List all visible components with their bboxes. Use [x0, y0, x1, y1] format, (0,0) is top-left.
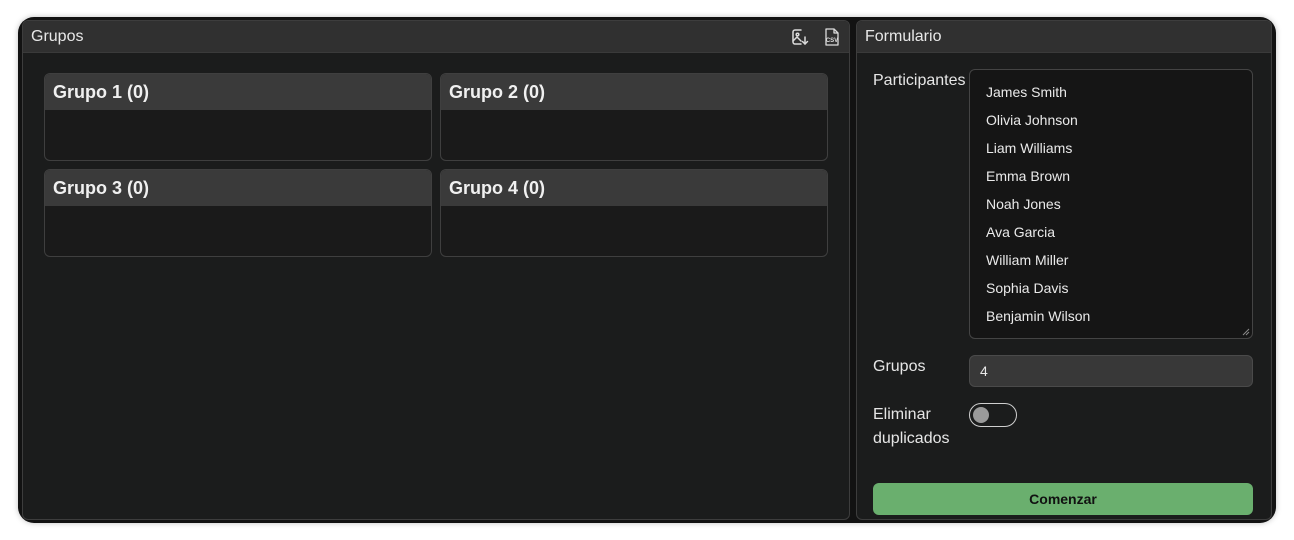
list-item: Sophia Davis [986, 280, 1069, 296]
participants-label: Participantes [873, 72, 966, 89]
groups-count-value: 4 [980, 363, 988, 379]
groups-panel-header: Grupos CSV [23, 21, 849, 53]
list-item: Liam Williams [986, 140, 1073, 156]
list-item: Benjamin Wilson [986, 308, 1091, 324]
remove-duplicates-label-line2: duplicados [873, 430, 950, 447]
groups-panel-actions: CSV [789, 26, 843, 48]
start-button[interactable]: Comenzar [873, 483, 1253, 515]
groups-grid: Grupo 1 (0) Grupo 2 (0) Grupo 3 (0) Grup… [44, 73, 828, 257]
groups-count-input[interactable]: 4 [969, 355, 1253, 387]
remove-duplicates-toggle[interactable] [969, 403, 1017, 427]
remove-duplicates-label: Eliminar duplicados [873, 403, 950, 451]
image-download-icon [792, 29, 809, 45]
csv-export-button[interactable]: CSV [821, 26, 843, 48]
group-card-4: Grupo 4 (0) [440, 169, 828, 257]
group-card-2: Grupo 2 (0) [440, 73, 828, 161]
list-item: William Miller [986, 252, 1069, 268]
group-title: Grupo 4 (0) [441, 170, 827, 206]
csv-icon: CSV [825, 28, 839, 46]
groups-count-label: Grupos [873, 358, 926, 375]
form-panel-title: Formulario [865, 27, 942, 45]
resize-grip-icon[interactable] [1242, 328, 1250, 336]
toggle-knob [973, 407, 989, 423]
group-title: Grupo 1 (0) [45, 74, 431, 110]
group-title: Grupo 3 (0) [45, 170, 431, 206]
list-item: James Smith [986, 84, 1067, 100]
groups-panel-title: Grupos [31, 27, 84, 45]
remove-duplicates-label-line1: Eliminar [873, 406, 931, 423]
form-panel-header: Formulario [857, 21, 1271, 53]
group-card-1: Grupo 1 (0) [44, 73, 432, 161]
list-item: Emma Brown [986, 168, 1071, 184]
group-card-3: Grupo 3 (0) [44, 169, 432, 257]
groups-panel: Grupos CSV Grupo 1 (0) Grupo 2 (0) Grupo… [22, 20, 850, 520]
image-download-button[interactable] [789, 26, 811, 48]
app-window: Grupos CSV Grupo 1 (0) Grupo 2 (0) Grupo… [18, 17, 1276, 523]
list-item: Olivia Johnson [986, 112, 1078, 128]
list-item: Ava Garcia [986, 224, 1055, 240]
csv-icon-label: CSV [826, 38, 838, 44]
form-panel: Formulario Participantes James Smith Oli… [856, 20, 1272, 520]
participants-textarea[interactable]: James Smith Olivia Johnson Liam Williams… [969, 69, 1253, 339]
group-title: Grupo 2 (0) [441, 74, 827, 110]
list-item: Noah Jones [986, 196, 1061, 212]
